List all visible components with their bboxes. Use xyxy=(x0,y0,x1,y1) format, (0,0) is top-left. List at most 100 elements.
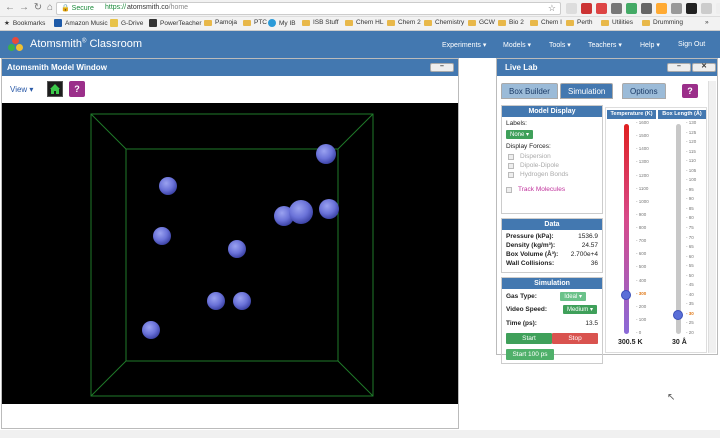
forward-icon[interactable]: → xyxy=(18,2,30,14)
menu-models[interactable]: Models ▾ xyxy=(503,41,531,49)
tick-label: - 800 xyxy=(636,225,647,230)
bookmark-item[interactable]: Chem I xyxy=(530,19,562,26)
extension-icon[interactable] xyxy=(686,3,697,14)
menu-tools[interactable]: Tools ▾ xyxy=(549,41,571,49)
bookmark-item[interactable]: Chem HL xyxy=(345,19,383,26)
tab-simulation[interactable]: Simulation xyxy=(560,83,614,99)
secure-indicator[interactable]: 🔒 Secure xyxy=(61,4,94,12)
tab-box-builder[interactable]: Box Builder xyxy=(501,83,558,99)
bookmark-item[interactable]: Perth xyxy=(566,19,593,26)
temperature-slider-track[interactable] xyxy=(624,124,629,334)
lab-controls-column: Model Display Labels: None ▾ Display For… xyxy=(501,105,603,368)
checkbox[interactable] xyxy=(508,171,514,178)
tab-options[interactable]: Options xyxy=(622,83,666,99)
extension-icon[interactable] xyxy=(671,3,682,14)
extension-icon[interactable] xyxy=(596,3,607,14)
box-length-slider-handle[interactable] xyxy=(673,309,683,320)
atomsmith-logo-icon[interactable] xyxy=(8,37,24,53)
bookmarks-overflow[interactable]: » xyxy=(705,19,709,26)
bookmark-item[interactable]: Chem 2 xyxy=(387,19,421,26)
menu-teachers[interactable]: Teachers ▾ xyxy=(588,41,622,49)
bookmark-item[interactable]: Bio 2 xyxy=(498,19,524,26)
bookmark-item[interactable]: My IB xyxy=(268,19,296,27)
force-dipole-dipole[interactable]: Dipole-Dipole xyxy=(508,162,598,169)
url-text: atomsmith.co/home xyxy=(127,4,189,11)
bookmarks-bar: ★ Bookmarks Amazon Music G-Drive PowerTea… xyxy=(0,17,720,31)
model-window-title: Atomsmith Model Window xyxy=(7,63,107,72)
start-100ps-button[interactable]: Start 100 ps xyxy=(506,349,554,360)
menu-help[interactable]: Help ▾ xyxy=(640,41,660,49)
tick-label: - 85 xyxy=(686,205,694,211)
sign-out-link[interactable]: Sign Out xyxy=(678,41,705,48)
menu-experiments[interactable]: Experiments ▾ xyxy=(442,41,486,49)
tick-label: - 60 xyxy=(686,253,694,259)
tick-label: - 65 xyxy=(686,244,694,250)
bookmark-item[interactable]: PowerTeacher xyxy=(149,19,202,27)
video-speed-row: Video Speed: Medium ▾ xyxy=(506,305,598,314)
bookmark-item[interactable]: Utilities xyxy=(601,19,633,26)
model-window-minimize-button[interactable]: – xyxy=(430,63,454,72)
bookmark-item[interactable]: Pamoja xyxy=(204,19,237,26)
live-lab-scrollbar[interactable] xyxy=(708,81,716,353)
bookmark-item[interactable]: Amazon Music xyxy=(54,19,108,27)
checkbox[interactable] xyxy=(508,162,514,169)
bookmark-item[interactable]: G-Drive xyxy=(110,19,143,27)
page-bottom xyxy=(0,430,720,438)
bookmark-item[interactable]: Chemistry xyxy=(424,19,464,26)
temperature-slider-handle[interactable] xyxy=(621,289,631,300)
tick-label: - 0 xyxy=(636,330,642,335)
simulation-box: Simulation Gas Type: Ideal ▾ Video Speed:… xyxy=(501,277,603,364)
bookmark-item[interactable]: ★ Bookmarks xyxy=(4,19,45,28)
bookmark-item[interactable]: Drumming xyxy=(642,19,683,26)
gas-type-select[interactable]: Ideal ▾ xyxy=(560,292,586,301)
extension-icon[interactable] xyxy=(641,3,652,14)
profile-icon[interactable] xyxy=(716,3,720,14)
video-speed-select[interactable]: Medium ▾ xyxy=(562,305,597,314)
force-hydrogen-bonds[interactable]: Hydrogen Bonds xyxy=(508,171,598,178)
bookmark-item[interactable]: ISB Stuff xyxy=(302,19,339,26)
home-icon[interactable]: ⌂ xyxy=(44,2,56,14)
browser-toolbar: ← → ↻ ⌂ 🔒 Secure https:// atomsmith.co/h… xyxy=(0,0,720,17)
extension-icon[interactable] xyxy=(656,3,667,14)
live-lab-minimize-button[interactable]: – xyxy=(667,63,691,72)
box-length-header: Box Length (Å) xyxy=(658,110,706,119)
tick-label: - 110 xyxy=(686,158,696,164)
bookmark-item[interactable]: PTC xyxy=(243,19,267,26)
extension-icon[interactable] xyxy=(611,3,622,14)
track-molecules[interactable]: Track Molecules xyxy=(506,186,598,193)
box-length-slider-track[interactable] xyxy=(676,124,681,334)
address-bar[interactable]: 🔒 Secure https:// atomsmith.co/home ☆ xyxy=(56,2,561,15)
home-view-button[interactable] xyxy=(47,81,63,97)
atom xyxy=(228,240,246,258)
app-brand[interactable]: Atomsmith® Classroom xyxy=(30,38,142,50)
force-dispersion[interactable]: Dispersion xyxy=(508,153,598,160)
simulation-canvas[interactable] xyxy=(2,103,458,404)
live-lab-close-button[interactable]: ✕ xyxy=(692,63,716,72)
extension-icon[interactable] xyxy=(581,3,592,14)
tick-label: - 1400 xyxy=(636,146,649,152)
house-icon xyxy=(50,84,60,94)
bookmark-item[interactable]: GCW xyxy=(468,19,495,26)
reload-icon[interactable]: ↻ xyxy=(32,2,44,14)
extension-icon[interactable] xyxy=(626,3,637,14)
bookmark-star-icon[interactable]: ☆ xyxy=(548,3,556,14)
checkbox[interactable] xyxy=(508,153,514,160)
labels-select[interactable]: None ▾ xyxy=(506,130,534,139)
model-help-button[interactable]: ? xyxy=(69,81,85,97)
stop-button[interactable]: Stop xyxy=(552,333,598,344)
view-menu[interactable]: View ▾ xyxy=(10,85,33,94)
url-scheme: https:// xyxy=(105,4,127,11)
tick-label: - 1000 xyxy=(636,198,649,204)
atom xyxy=(316,144,336,164)
extension-icon[interactable] xyxy=(701,3,712,14)
tick-label: - 50 xyxy=(686,272,694,278)
back-icon[interactable]: ← xyxy=(4,2,16,14)
tick-label: - 100 xyxy=(686,177,697,183)
tick-label: - 500 xyxy=(636,264,647,270)
live-lab-help-button[interactable]: ? xyxy=(682,84,698,98)
gas-type-row: Gas Type: Ideal ▾ xyxy=(506,292,598,301)
checkbox[interactable] xyxy=(506,186,512,193)
start-button[interactable]: Start xyxy=(506,333,552,344)
tick-label: - 1200 xyxy=(636,172,649,178)
extension-icon[interactable] xyxy=(566,3,577,14)
